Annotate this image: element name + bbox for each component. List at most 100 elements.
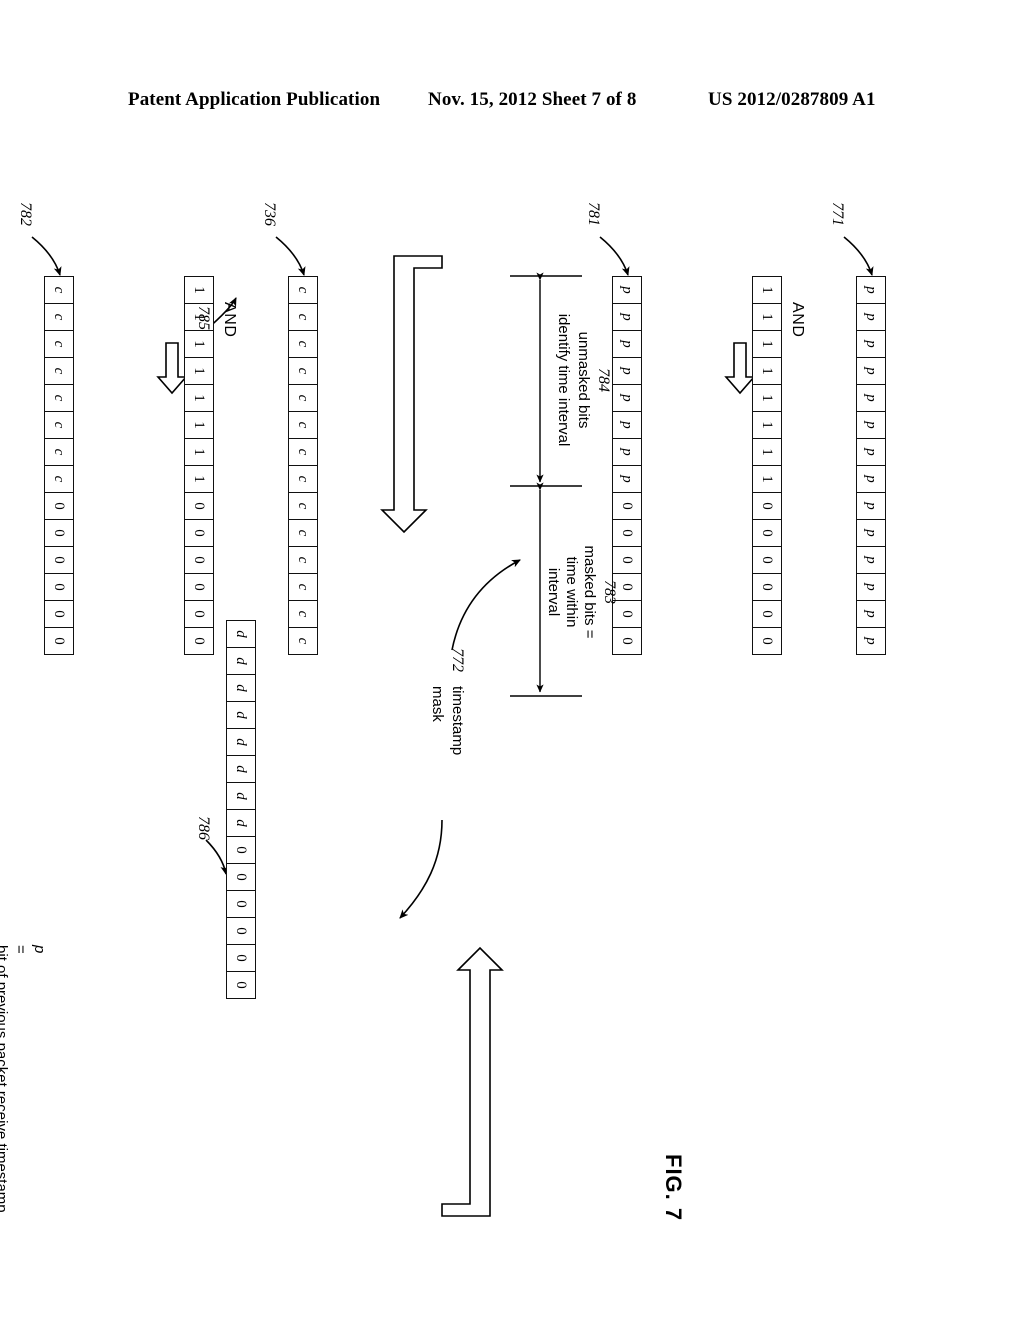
bit-cell: d (226, 809, 256, 837)
bit-cell: c (288, 600, 318, 628)
bit-cell: 0 (184, 627, 214, 655)
bit-cell: 0 (752, 573, 782, 601)
bit-cell: d (226, 755, 256, 783)
block-arrow-786-elbow (441, 946, 504, 1217)
bit-cell: 1 (752, 357, 782, 385)
leader-772-right (399, 819, 443, 919)
mask-label-line1: timestamp (449, 686, 466, 756)
ref-num-782: 782 (17, 202, 34, 226)
bit-cell: 0 (226, 890, 256, 918)
bit-cell: p (856, 384, 886, 412)
bit-cell: c (288, 465, 318, 493)
bit-cell: 1 (752, 303, 782, 331)
bit-cell: p (612, 276, 642, 304)
register-row-772-mask-upper: 11111111000000 (184, 276, 214, 655)
bit-cell: p (612, 357, 642, 385)
bit-cell: 0 (752, 519, 782, 547)
legend-block: p = bit of previous packet receive times… (0, 920, 106, 1213)
legend-eq-p: = (12, 945, 29, 954)
register-row-736-current-timestamp: cccccccccccccc (288, 276, 318, 655)
bit-cell: 1 (184, 384, 214, 412)
leader-786 (205, 839, 229, 875)
ref-num-772: 772 (449, 648, 466, 672)
block-arrow-and-lower (156, 342, 188, 395)
bracket-784-line1: unmasked bits (575, 331, 592, 429)
bit-cell: 0 (752, 627, 782, 655)
bit-cell: d (226, 701, 256, 729)
leader-782 (31, 236, 62, 276)
bit-cell: p (856, 519, 886, 547)
bit-cell: 0 (226, 917, 256, 945)
register-row-772-mask-lower: 11111111000000 (752, 276, 782, 655)
bit-cell: 1 (752, 384, 782, 412)
bit-cell: 0 (612, 492, 642, 520)
bit-cell: d (226, 674, 256, 702)
bit-cell: c (288, 303, 318, 331)
bit-cell: 1 (184, 465, 214, 493)
leader-736 (275, 236, 306, 276)
bit-cell: d (226, 620, 256, 648)
bit-cell: 1 (752, 330, 782, 358)
legend-symbol-p: p (31, 945, 48, 954)
bit-cell: c (288, 411, 318, 439)
bit-cell: c (288, 492, 318, 520)
publication-date-sheet: Nov. 15, 2012 Sheet 7 of 8 (428, 89, 637, 110)
bracket-784-line2: identify time interval (555, 313, 572, 447)
publication-number: US 2012/0287809 A1 (708, 89, 876, 110)
bit-cell: 0 (752, 492, 782, 520)
publication-header: Patent Application Publication Nov. 15, … (0, 86, 1024, 114)
bit-cell: 1 (184, 276, 214, 304)
legend-row-p: p = bit of previous packet receive times… (0, 920, 68, 1213)
bit-cell: p (856, 276, 886, 304)
bit-cell: d (226, 782, 256, 810)
ref-num-736: 736 (261, 202, 278, 226)
bracket-783-line1: masked bits = (581, 545, 598, 639)
bit-cell: 0 (752, 546, 782, 574)
ref-num-771: 771 (829, 202, 846, 226)
bit-cell: c (44, 465, 74, 493)
ref-num-785: 785 (195, 306, 212, 330)
ref-num-783: 783 (601, 580, 618, 604)
bit-cell: c (44, 303, 74, 331)
bit-cell: p (612, 330, 642, 358)
bracket-783-line2: time within (563, 556, 580, 628)
bit-cell: p (856, 573, 886, 601)
bit-cell: c (288, 330, 318, 358)
bit-cell: c (44, 276, 74, 304)
bit-cell: 1 (184, 438, 214, 466)
bit-cell: p (856, 357, 886, 385)
bit-cell: 1 (184, 357, 214, 385)
leader-772-left (451, 559, 521, 651)
bit-cell: 0 (184, 492, 214, 520)
bit-cell: d (226, 647, 256, 675)
bit-cell: 0 (44, 546, 74, 574)
bit-cell: p (856, 492, 886, 520)
bit-cell: c (44, 411, 74, 439)
bit-cell: 1 (184, 330, 214, 358)
bit-cell: 0 (44, 573, 74, 601)
figure-caption: FIG. 7 (661, 1154, 686, 1222)
bit-cell: 1 (184, 411, 214, 439)
bit-cell: 1 (752, 465, 782, 493)
bit-cell: p (856, 330, 886, 358)
bit-cell: c (44, 357, 74, 385)
bit-cell: p (612, 465, 642, 493)
ref-num-786: 786 (195, 816, 212, 840)
leader-771 (843, 236, 874, 276)
bit-cell: p (856, 600, 886, 628)
bit-cell: p (612, 303, 642, 331)
bit-cell: c (44, 438, 74, 466)
bit-cell: c (44, 330, 74, 358)
leader-781 (599, 236, 630, 276)
bit-cell: 0 (44, 600, 74, 628)
block-arrow-and-upper (724, 342, 756, 395)
bit-cell: 1 (752, 411, 782, 439)
bit-cell: p (856, 411, 886, 439)
register-row-782-masked-current: cccccccc000000 (44, 276, 74, 655)
bit-cell: 1 (752, 276, 782, 304)
bit-cell: c (288, 546, 318, 574)
figure-canvas: pppppppppppppp 771 AND 11111111000000 pp… (0, 180, 912, 1300)
bit-cell: 1 (752, 438, 782, 466)
ref-num-781: 781 (585, 202, 602, 226)
bit-cell: c (288, 357, 318, 385)
